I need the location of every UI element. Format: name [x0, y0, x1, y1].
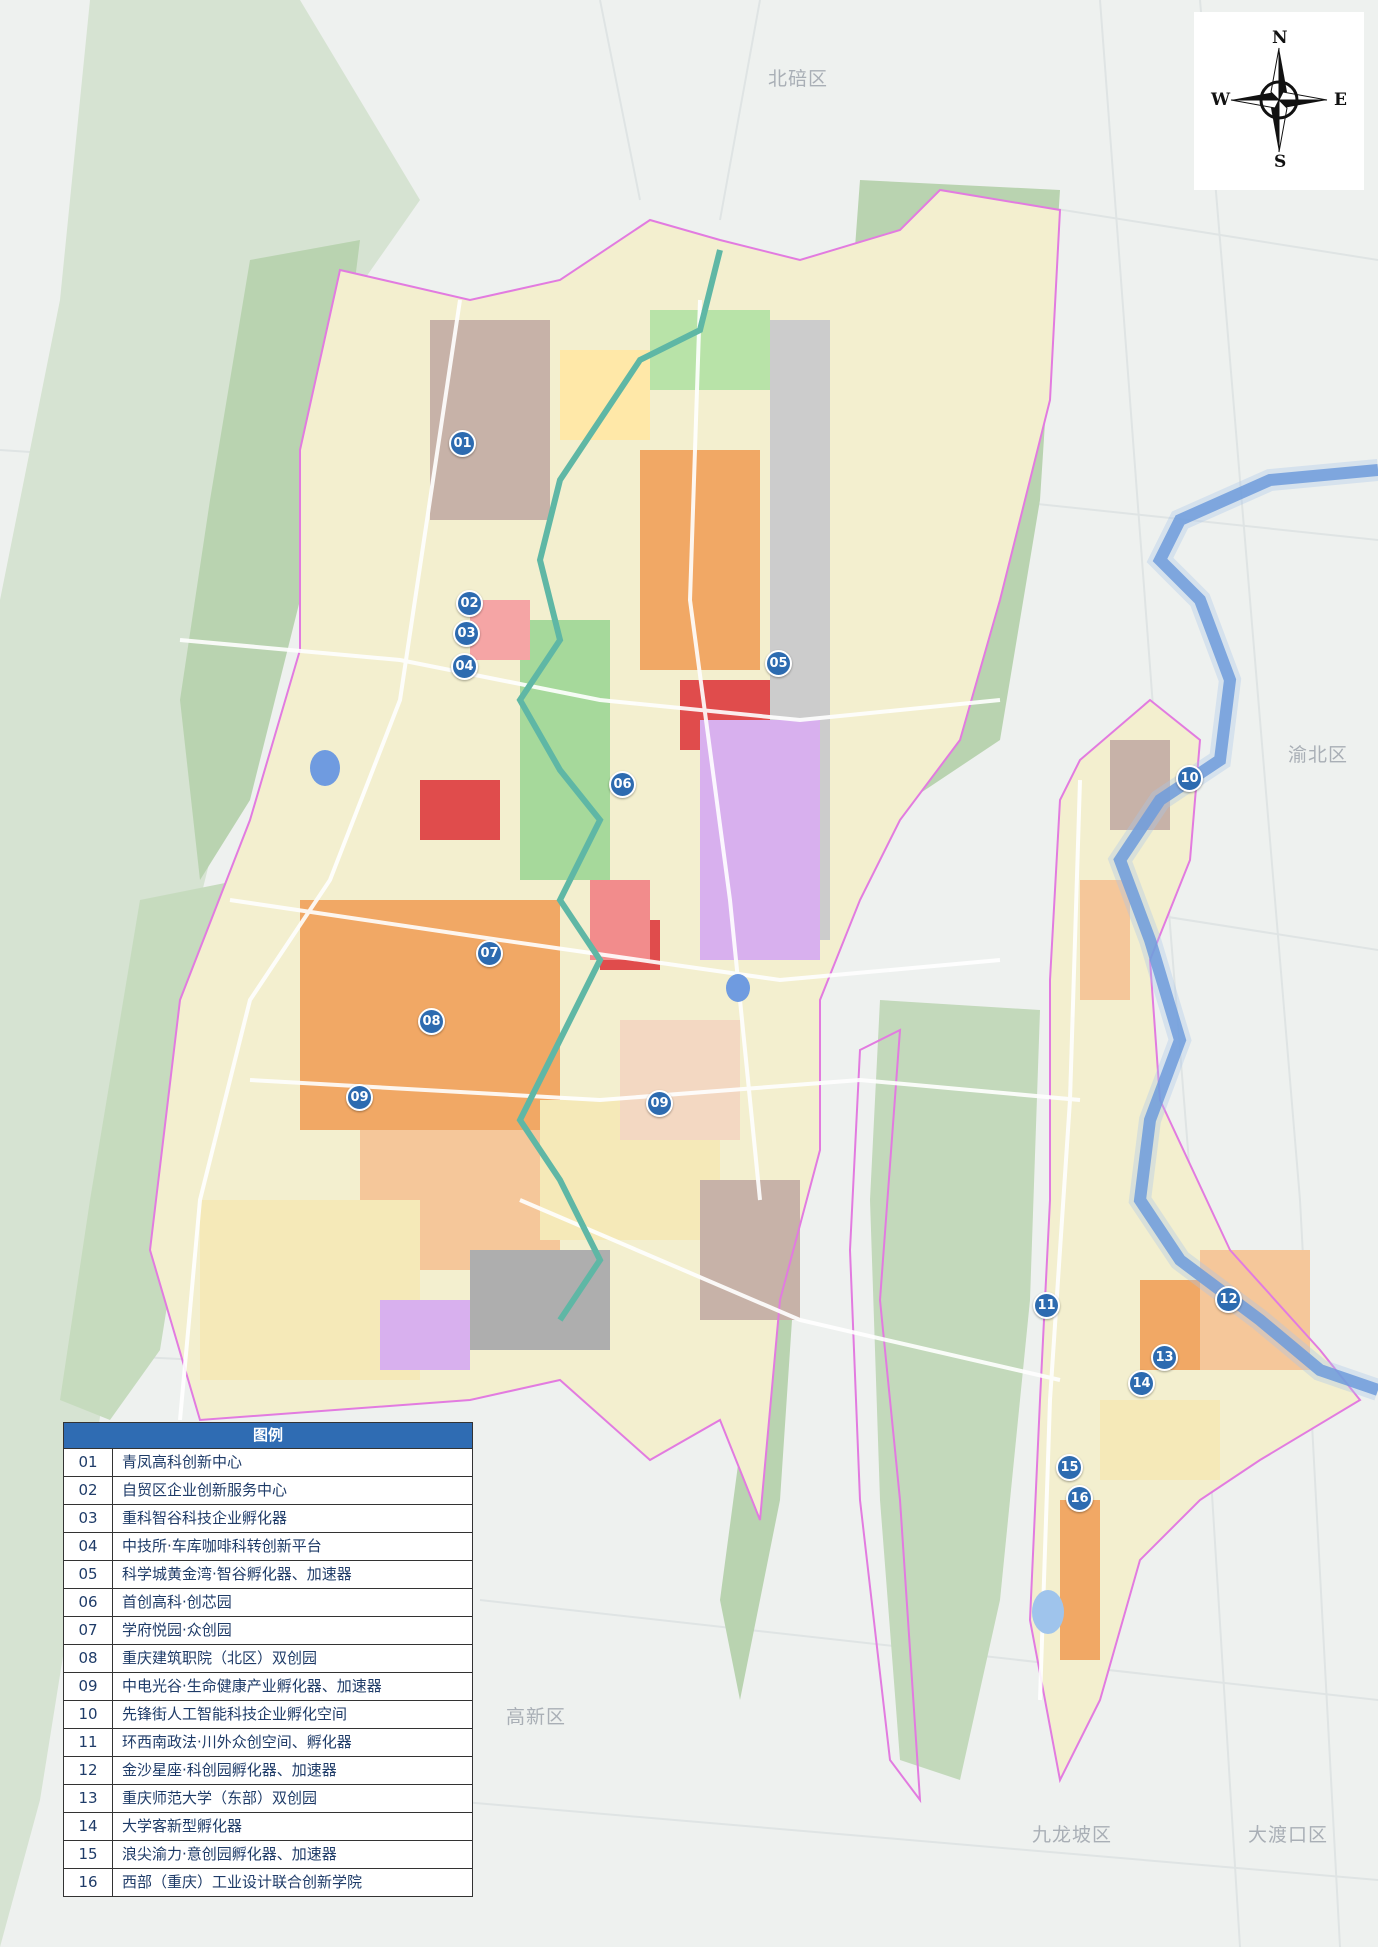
legend-item-name: 青凤高科创新中心	[122, 1453, 243, 1471]
marker-04[interactable]: 04	[451, 653, 478, 680]
marker-11[interactable]: 11	[1033, 1292, 1060, 1319]
legend-item-number: 15	[64, 1841, 113, 1868]
legend-item-name: 重庆师范大学（东部）双创园	[122, 1789, 318, 1807]
legend-item-name: 学府悦园·众创园	[122, 1621, 232, 1639]
legend-item-number: 10	[64, 1701, 113, 1728]
legend-row: 09 中电光谷·生命健康产业孵化器、加速器	[64, 1673, 472, 1701]
legend-item-number: 14	[64, 1813, 113, 1840]
marker-02[interactable]: 02	[456, 590, 483, 617]
lake	[726, 974, 750, 1002]
legend-row: 04 中技所·车库咖啡科转创新平台	[64, 1533, 472, 1561]
marker-09[interactable]: 09	[646, 1090, 673, 1117]
legend-item-name: 环西南政法·川外众创空间、孵化器	[122, 1733, 352, 1751]
legend-row: 08 重庆建筑职院（北区）双创园	[64, 1645, 472, 1673]
legend-item-name: 浪尖渝力·意创园孵化器、加速器	[122, 1845, 337, 1863]
marker-05[interactable]: 05	[765, 650, 792, 677]
marker-15[interactable]: 15	[1056, 1454, 1083, 1481]
district-label-jiulongpo: 九龙坡区	[1032, 1824, 1113, 1846]
legend-row: 06 首创高科·创芯园	[64, 1589, 472, 1617]
legend-item-number: 03	[64, 1505, 113, 1532]
legend-row: 14 大学客新型孵化器	[64, 1813, 472, 1841]
legend-item-name: 重科智谷科技企业孵化器	[122, 1509, 288, 1527]
legend-title: 图例	[64, 1423, 472, 1449]
legend-item-name: 首创高科·创芯园	[122, 1593, 232, 1611]
legend-item-name: 西部（重庆）工业设计联合创新学院	[122, 1873, 363, 1891]
lake	[1032, 1590, 1064, 1634]
legend-row: 12 金沙星座·科创园孵化器、加速器	[64, 1757, 472, 1785]
marker-10[interactable]: 10	[1176, 765, 1203, 792]
legend-item-number: 02	[64, 1477, 113, 1504]
compass-star-icon	[1230, 47, 1328, 153]
legend-row: 07 学府悦园·众创园	[64, 1617, 472, 1645]
legend-item-number: 13	[64, 1785, 113, 1812]
district-label-yubei: 渝北区	[1288, 744, 1349, 766]
legend-item-number: 04	[64, 1533, 113, 1560]
legend-row: 03 重科智谷科技企业孵化器	[64, 1505, 472, 1533]
compass-rose: N S E W	[1194, 12, 1364, 190]
legend-item-name: 自贸区企业创新服务中心	[122, 1481, 288, 1499]
legend-item-number: 08	[64, 1645, 113, 1672]
legend-item-name: 金沙星座·科创园孵化器、加速器	[122, 1761, 337, 1779]
legend-item-number: 11	[64, 1729, 113, 1756]
legend-item-number: 09	[64, 1673, 113, 1700]
marker-08[interactable]: 08	[418, 1008, 445, 1035]
legend-item-number: 16	[64, 1869, 113, 1896]
legend-row: 13 重庆师范大学（东部）双创园	[64, 1785, 472, 1813]
legend-item-name: 大学客新型孵化器	[122, 1817, 243, 1835]
marker-03[interactable]: 03	[453, 620, 480, 647]
marker-06[interactable]: 06	[609, 771, 636, 798]
district-label-dadukou: 大渡口区	[1248, 1824, 1329, 1846]
legend-item-name: 中技所·车库咖啡科转创新平台	[122, 1537, 322, 1555]
marker-12[interactable]: 12	[1215, 1286, 1242, 1313]
legend-item-name: 先锋街人工智能科技企业孵化空间	[122, 1705, 348, 1723]
marker-14[interactable]: 14	[1128, 1370, 1155, 1397]
legend-row: 05 科学城黄金湾·智谷孵化器、加速器	[64, 1561, 472, 1589]
legend-row: 16 西部（重庆）工业设计联合创新学院	[64, 1869, 472, 1896]
marker-13[interactable]: 13	[1151, 1344, 1178, 1371]
marker-16[interactable]: 16	[1066, 1485, 1093, 1512]
legend-item-number: 05	[64, 1561, 113, 1588]
district-label-beibei: 北碚区	[768, 68, 829, 90]
legend-row: 02 自贸区企业创新服务中心	[64, 1477, 472, 1505]
district-label-gaoxin: 高新区	[506, 1706, 567, 1728]
legend-item-number: 07	[64, 1617, 113, 1644]
legend-row: 15 浪尖渝力·意创园孵化器、加速器	[64, 1841, 472, 1869]
lake	[310, 750, 340, 786]
legend-panel: 图例 01 青凤高科创新中心 02 自贸区企业创新服务中心 03 重科智谷科技企业孵化器 0…	[63, 1422, 473, 1897]
marker-09[interactable]: 09	[346, 1084, 373, 1111]
legend-item-name: 中电光谷·生命健康产业孵化器、加速器	[122, 1677, 382, 1695]
legend-item-number: 01	[64, 1449, 113, 1476]
legend-item-number: 12	[64, 1757, 113, 1784]
legend-list: 01 青凤高科创新中心 02 自贸区企业创新服务中心 03 重科智谷科技企业孵化器 04 中技…	[64, 1449, 472, 1896]
legend-row: 10 先锋街人工智能科技企业孵化空间	[64, 1701, 472, 1729]
legend-item-name: 科学城黄金湾·智谷孵化器、加速器	[122, 1565, 352, 1583]
marker-01[interactable]: 01	[449, 430, 476, 457]
legend-row: 01 青凤高科创新中心	[64, 1449, 472, 1477]
legend-item-name: 重庆建筑职院（北区）双创园	[122, 1649, 318, 1667]
marker-07[interactable]: 07	[476, 940, 503, 967]
legend-row: 11 环西南政法·川外众创空间、孵化器	[64, 1729, 472, 1757]
legend-item-number: 06	[64, 1589, 113, 1616]
